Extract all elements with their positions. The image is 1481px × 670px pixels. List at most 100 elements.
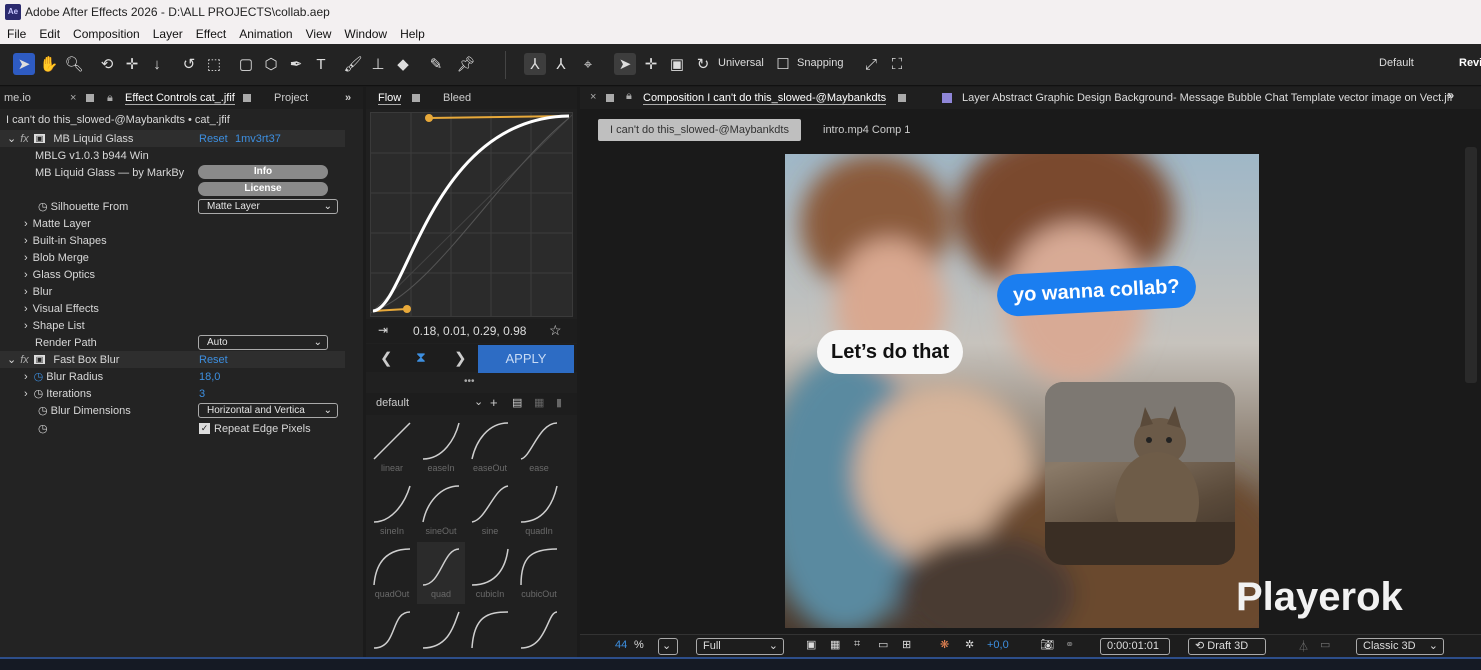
preset-tile[interactable]: quad: [417, 542, 465, 604]
eraser-tool-icon[interactable]: ◆: [392, 53, 414, 75]
hourglass-icon[interactable]: ⧗: [416, 349, 426, 366]
tab-menu-icon[interactable]: [412, 94, 420, 102]
fx-toggle-icon[interactable]: fx: [20, 354, 29, 366]
close-icon[interactable]: ×: [590, 91, 596, 103]
preset-tile[interactable]: ease: [515, 416, 563, 478]
group-row[interactable]: › Matte Layer: [0, 215, 345, 232]
preset-tile[interactable]: easeIn: [417, 416, 465, 478]
lock-icon[interactable]: 🔒︎: [626, 90, 632, 103]
stopwatch-icon[interactable]: ◷: [38, 404, 48, 417]
preset-tile[interactable]: quadIn: [515, 479, 563, 541]
menu-view[interactable]: View: [306, 27, 332, 41]
group-row[interactable]: › Built-in Shapes: [0, 232, 345, 249]
subtab-active-comp[interactable]: I can't do this_slowed-@Maybankdts: [598, 119, 801, 141]
preset-tile[interactable]: cubicIn: [466, 542, 514, 604]
3d-ground-icon[interactable]: ⏃: [1298, 638, 1309, 654]
snap-expand-icon[interactable]: ⤢: [860, 53, 882, 75]
render-path-dropdown[interactable]: Auto ⌄: [198, 335, 328, 350]
workspace-default[interactable]: Default: [1379, 57, 1414, 69]
clone-stamp-icon[interactable]: ⊥: [367, 53, 389, 75]
menu-edit[interactable]: Edit: [39, 27, 60, 41]
zoom-tool-icon[interactable]: 🔍︎: [63, 53, 85, 75]
checkbox-checked-icon[interactable]: ✓: [199, 423, 210, 434]
effect-extra-link[interactable]: 1mv3rt37: [235, 133, 281, 145]
effect-row-fast-box-blur[interactable]: ⌄ fx ▣ Fast Box Blur Reset: [0, 351, 345, 368]
menu-animation[interactable]: Animation: [239, 27, 292, 41]
tab-menu-icon[interactable]: [243, 94, 251, 102]
group-row[interactable]: › Blur: [0, 283, 345, 300]
workspace-review[interactable]: Revi: [1459, 57, 1481, 69]
menu-help[interactable]: Help: [400, 27, 425, 41]
selection-3d-icon[interactable]: ➤: [614, 53, 636, 75]
chevron-down-icon[interactable]: ⌄: [7, 353, 16, 366]
curve-values[interactable]: 0.18, 0.01, 0.29, 0.98: [413, 324, 526, 338]
snapping-checkbox-icon[interactable]: ☐: [772, 53, 794, 75]
preset-tile[interactable]: quadOut: [368, 542, 416, 604]
tab-menu-icon[interactable]: [898, 94, 906, 102]
reset-link[interactable]: Reset: [199, 133, 228, 145]
trash-icon[interactable]: ▮: [556, 396, 562, 409]
color-channels-icon[interactable]: ❋: [940, 638, 949, 651]
exposure-value[interactable]: +0,0: [987, 639, 1009, 651]
menu-effect[interactable]: Effect: [196, 27, 226, 41]
chevron-right-icon[interactable]: ›: [24, 388, 28, 400]
renderer-dropdown[interactable]: Classic 3D ⌄: [1356, 638, 1444, 655]
chevron-down-icon[interactable]: ⌄: [7, 132, 16, 145]
tab-partial[interactable]: me.io: [4, 92, 31, 104]
blur-radius-value[interactable]: 18,0: [199, 371, 220, 383]
tab-flow[interactable]: Flow: [378, 92, 402, 105]
preset-tile[interactable]: easeOut: [466, 416, 514, 478]
chevron-right-icon[interactable]: ›: [24, 286, 28, 298]
chevron-right-icon[interactable]: ›: [24, 252, 28, 264]
preset-tile[interactable]: sine: [466, 479, 514, 541]
zoom-dropdown[interactable]: ⌄: [658, 638, 678, 655]
chevron-right-icon[interactable]: ›: [24, 218, 28, 230]
rotate-tool-icon[interactable]: ↺: [178, 53, 200, 75]
pan-camera-icon[interactable]: ✛: [121, 53, 143, 75]
mask-visibility-icon[interactable]: ⌗: [854, 638, 860, 651]
license-button[interactable]: License: [198, 182, 328, 196]
region-of-interest-icon[interactable]: ▣: [806, 638, 816, 651]
stopwatch-icon[interactable]: ◷: [38, 422, 48, 435]
next-icon[interactable]: ❯: [454, 349, 467, 367]
snap-collapse-icon[interactable]: ⛶: [886, 53, 908, 75]
tab-composition[interactable]: Composition I can't do this_slowed-@Mayb…: [643, 92, 887, 105]
star-icon[interactable]: ☆: [549, 322, 562, 339]
panel-overflow-icon[interactable]: »: [345, 92, 351, 104]
exposure-reset-icon[interactable]: ✲: [965, 638, 974, 651]
transparency-grid-icon[interactable]: ▦: [830, 638, 840, 651]
export-icon[interactable]: ▦: [534, 396, 544, 409]
local-axis-icon[interactable]: ⅄: [524, 53, 546, 75]
iterations-value[interactable]: 3: [199, 388, 205, 400]
bezier-curve-svg[interactable]: [370, 113, 573, 316]
prev-icon[interactable]: ❮: [380, 349, 393, 367]
extended-viewer-icon[interactable]: ▭: [1320, 638, 1330, 651]
menu-window[interactable]: Window: [344, 27, 387, 41]
apply-button[interactable]: APPLY: [478, 345, 574, 373]
preset-tile[interactable]: sineOut: [417, 479, 465, 541]
pan-behind-icon[interactable]: ⬚: [203, 53, 225, 75]
blur-dimensions-dropdown[interactable]: Horizontal and Vertica ⌄: [198, 403, 338, 418]
tab-project[interactable]: Project: [274, 92, 308, 104]
type-tool-icon[interactable]: T: [310, 53, 332, 75]
orbit-camera-icon[interactable]: ⟲: [96, 53, 118, 75]
chevron-right-icon[interactable]: ›: [24, 320, 28, 332]
chevron-right-icon[interactable]: ›: [24, 303, 28, 315]
curve-graph[interactable]: [370, 112, 573, 317]
3d-shape-icon[interactable]: ⬡: [260, 53, 282, 75]
zoom-value[interactable]: 44: [615, 639, 627, 651]
menu-composition[interactable]: Composition: [73, 27, 140, 41]
draft-3d-toggle[interactable]: ⟲ Draft 3D: [1188, 638, 1266, 655]
preset-tile[interactable]: linear: [368, 416, 416, 478]
close-icon[interactable]: ×: [70, 92, 76, 104]
move-gizmo-icon[interactable]: ✛: [640, 53, 662, 75]
reset-link[interactable]: Reset: [199, 354, 228, 366]
tab-effect-controls[interactable]: Effect Controls cat_.jfif: [125, 92, 235, 105]
subtab-intro-comp[interactable]: intro.mp4 Comp 1: [823, 119, 910, 141]
chevron-right-icon[interactable]: ›: [24, 371, 28, 383]
grid-icon[interactable]: ⊞: [902, 638, 911, 651]
vertical-scrollbar[interactable]: [1465, 147, 1477, 383]
view-axis-icon[interactable]: ⌖: [577, 53, 599, 75]
preset-set-name[interactable]: default: [376, 397, 409, 409]
group-row[interactable]: › Blob Merge: [0, 249, 345, 266]
